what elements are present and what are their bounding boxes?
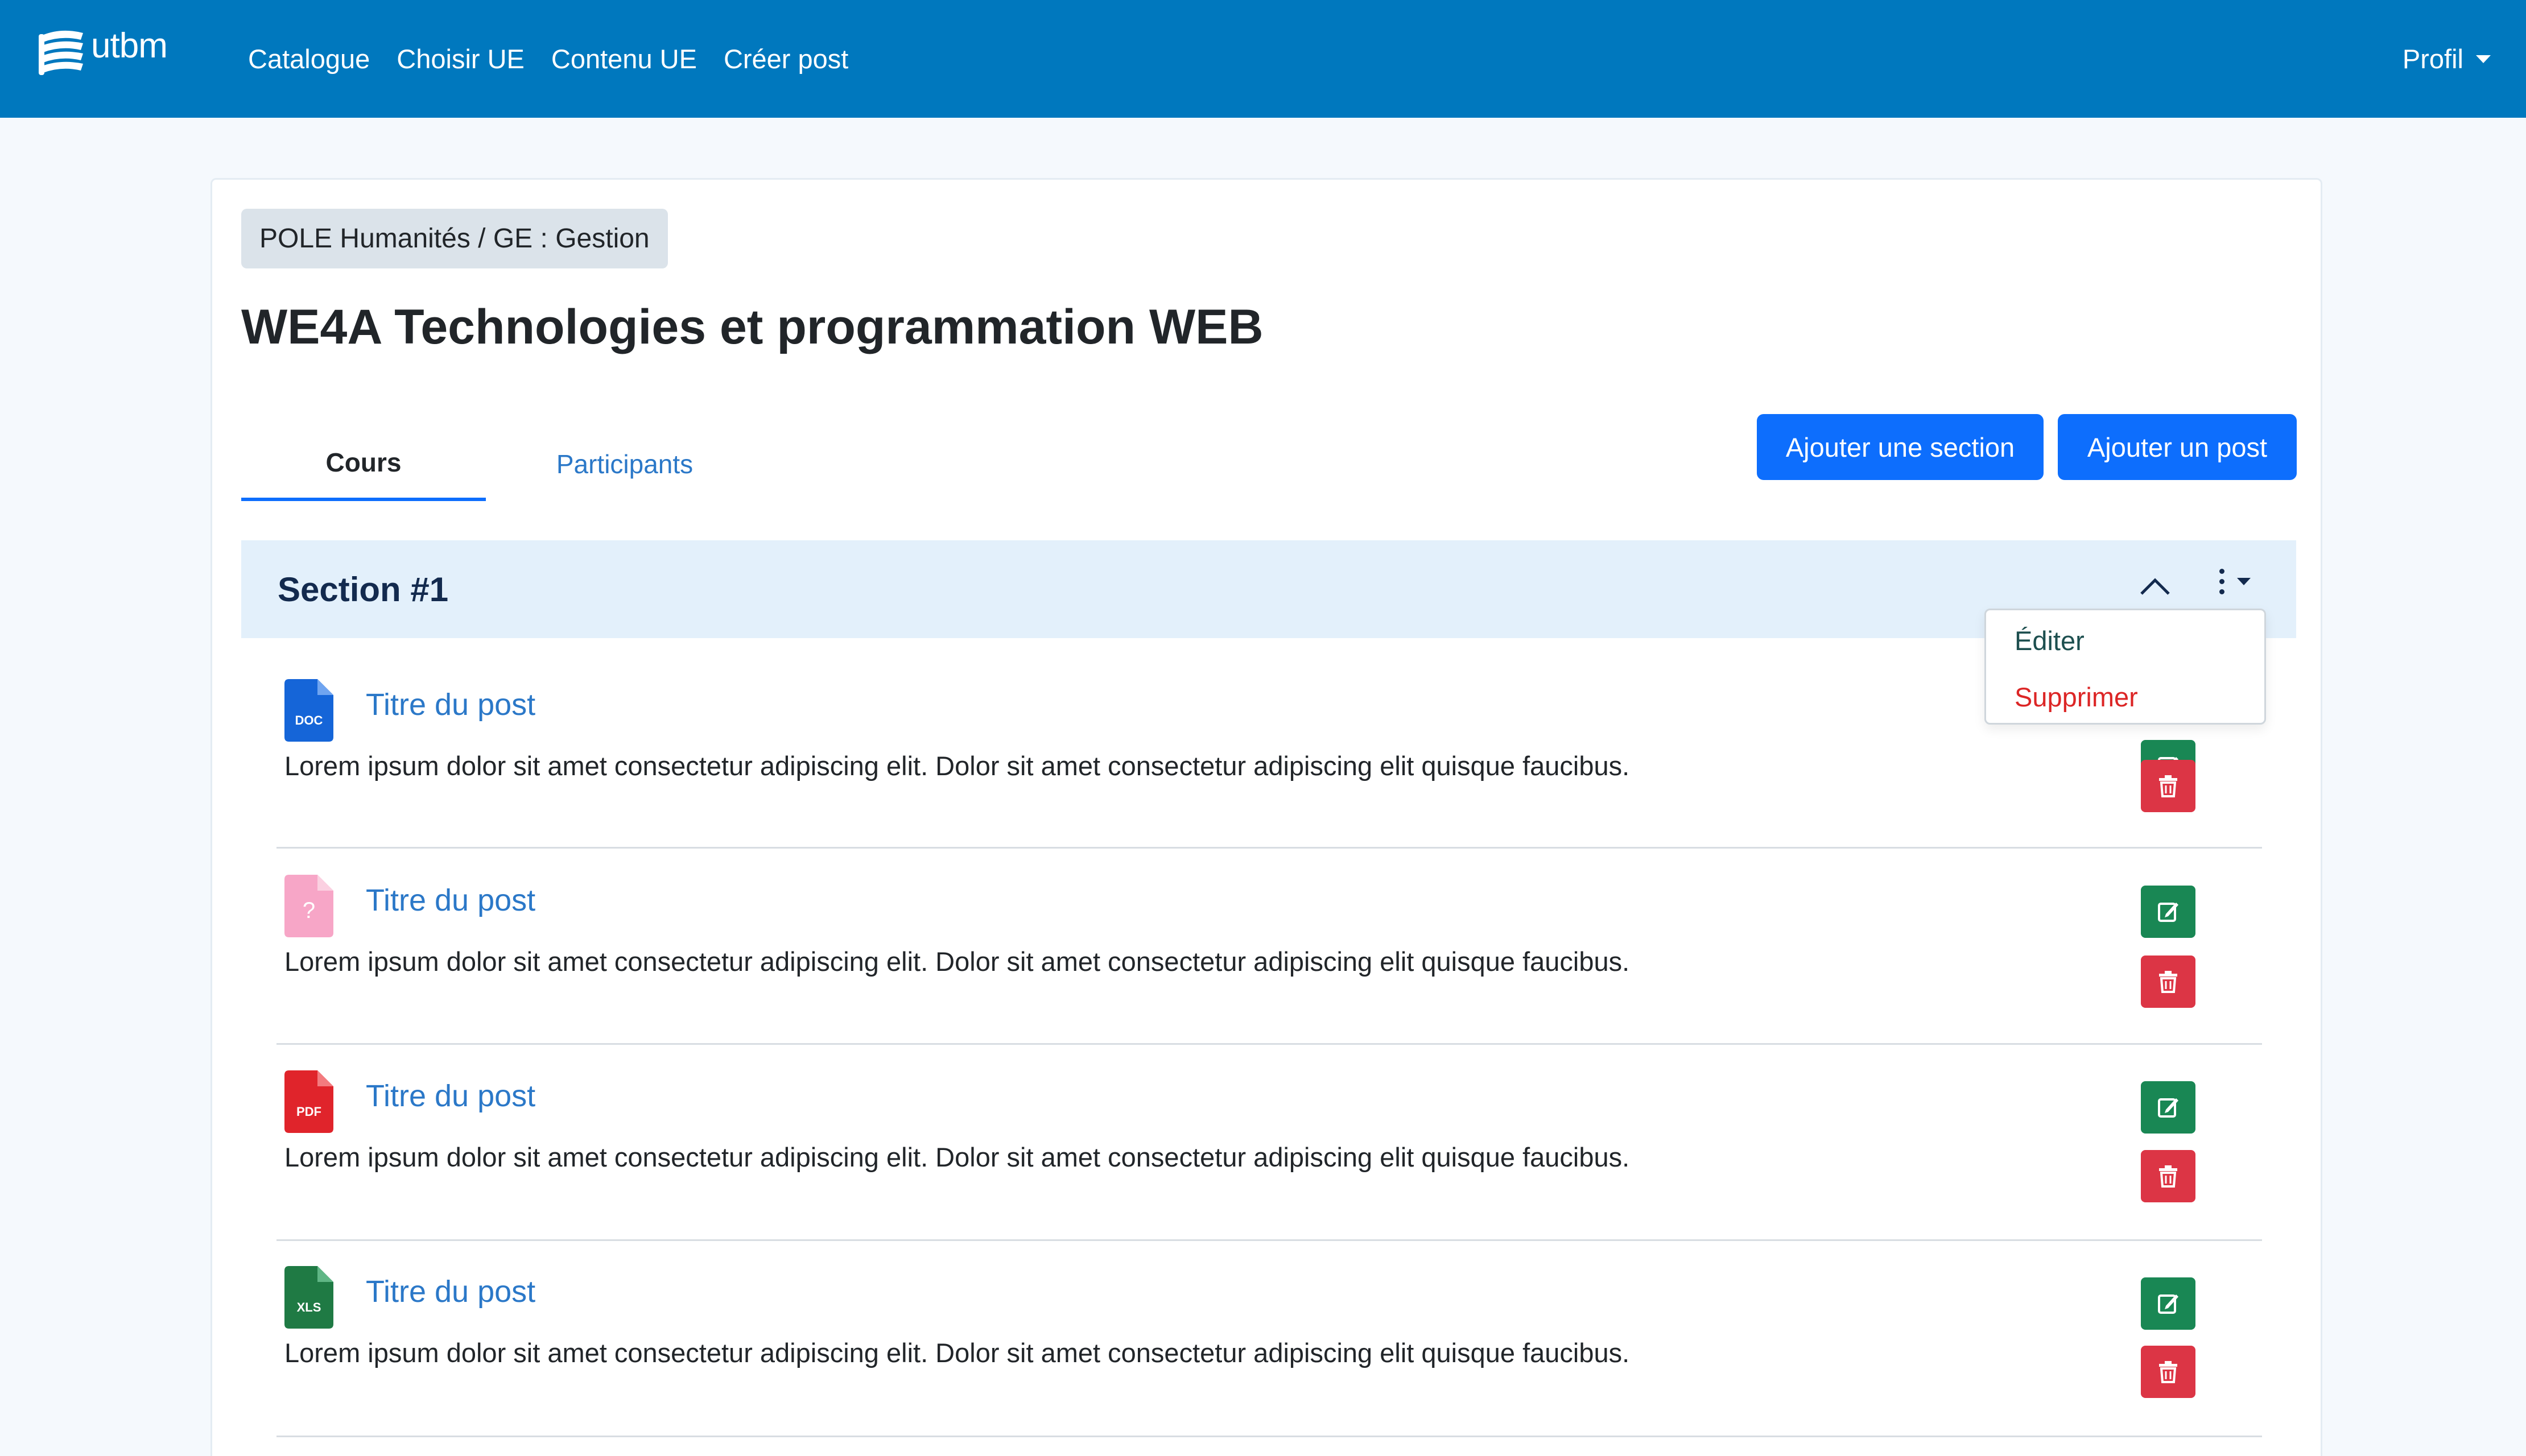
post-description: Lorem ipsum dolor sit amet consectetur a… <box>284 1338 1630 1368</box>
doc-file-icon: DOC <box>284 679 333 744</box>
delete-post-button[interactable] <box>2141 1150 2195 1202</box>
svg-text:PDF: PDF <box>296 1105 321 1119</box>
xls-file-icon: XLS <box>284 1266 333 1331</box>
chevron-up-icon[interactable] <box>2139 570 2171 607</box>
post-item: DOC Titre du post Lorem ipsum dolor sit … <box>276 679 2268 875</box>
logo-text: utbm <box>91 26 168 65</box>
post-description: Lorem ipsum dolor sit amet consectetur a… <box>284 751 1630 781</box>
breadcrumb[interactable]: POLE Humanités / GE : Gestion <box>241 209 668 268</box>
svg-text:DOC: DOC <box>295 713 323 727</box>
delete-post-button[interactable] <box>2141 956 2195 1008</box>
delete-post-button[interactable] <box>2141 760 2195 812</box>
svg-text:?: ? <box>303 898 315 923</box>
post-item: PDF Titre du post Lorem ipsum dolor sit … <box>276 1070 2268 1266</box>
post-item: ? Titre du post Lorem ipsum dolor sit am… <box>276 875 2268 1070</box>
page-title: WE4A Technologies et programmation WEB <box>241 300 1264 354</box>
post-description: Lorem ipsum dolor sit amet consectetur a… <box>284 1142 1630 1172</box>
edit-icon <box>2158 1294 2178 1314</box>
edit-icon <box>2158 1098 2178 1118</box>
divider <box>276 1436 2262 1437</box>
svg-text:XLS: XLS <box>297 1300 321 1314</box>
top-navbar: utbm Catalogue Choisir UE Contenu UE Cré… <box>0 0 2526 118</box>
post-title-link[interactable]: Titre du post <box>366 1274 535 1309</box>
trash-icon <box>2159 1165 2177 1188</box>
utbm-logo-icon <box>39 30 83 75</box>
trash-icon <box>2159 971 2177 993</box>
post-item: XLS Titre du post Lorem ipsum dolor sit … <box>276 1266 2268 1456</box>
pdf-file-icon: PDF <box>284 1070 333 1136</box>
trash-icon <box>2159 775 2177 797</box>
add-post-button[interactable]: Ajouter un post <box>2058 414 2297 480</box>
divider <box>276 1043 2262 1045</box>
nav-links: Catalogue Choisir UE Contenu UE Créer po… <box>248 0 848 118</box>
section-options-button[interactable] <box>2219 569 2251 594</box>
edit-icon <box>2158 903 2178 922</box>
delete-post-button[interactable] <box>2141 1346 2195 1398</box>
edit-post-button[interactable] <box>2141 1081 2195 1134</box>
edit-post-button[interactable] <box>2141 886 2195 938</box>
divider <box>276 847 2262 849</box>
trash-icon <box>2159 1361 2177 1383</box>
profile-dropdown[interactable]: Profil <box>2403 0 2491 118</box>
caret-down-icon <box>2237 578 2251 585</box>
nav-link-catalogue[interactable]: Catalogue <box>248 43 370 75</box>
profile-label: Profil <box>2402 44 2463 74</box>
menu-item-delete[interactable]: Supprimer <box>2015 681 2138 713</box>
unknown-file-icon: ? <box>284 875 333 940</box>
course-card: POLE Humanités / GE : Gestion WE4A Techn… <box>210 178 2322 1456</box>
utbm-logo[interactable]: utbm <box>35 26 168 80</box>
nav-link-choisir-ue[interactable]: Choisir UE <box>397 43 525 75</box>
nav-link-creer-post[interactable]: Créer post <box>724 43 848 75</box>
post-title-link[interactable]: Titre du post <box>366 883 535 918</box>
post-title-link[interactable]: Titre du post <box>366 687 535 722</box>
section-title: Section #1 <box>278 570 449 609</box>
divider <box>276 1239 2262 1241</box>
kebab-icon <box>2219 569 2224 594</box>
edit-post-button[interactable] <box>2141 1277 2195 1330</box>
menu-item-edit[interactable]: Éditer <box>2015 625 2085 656</box>
caret-down-icon <box>2476 55 2491 63</box>
tab-cours[interactable]: Cours <box>241 427 486 501</box>
tab-participants[interactable]: Participants <box>522 427 727 501</box>
nav-link-contenu-ue[interactable]: Contenu UE <box>551 43 697 75</box>
post-description: Lorem ipsum dolor sit amet consectetur a… <box>284 946 1630 977</box>
add-section-button[interactable]: Ajouter une section <box>1757 414 2044 480</box>
section-options-menu: Éditer Supprimer <box>1984 609 2266 725</box>
post-title-link[interactable]: Titre du post <box>366 1078 535 1114</box>
